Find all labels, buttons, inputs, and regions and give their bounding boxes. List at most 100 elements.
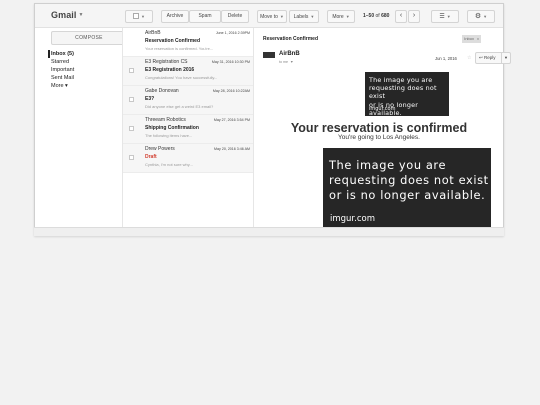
labels-label: Labels <box>293 14 309 20</box>
message-date: May 28, 2016 10:22AM <box>212 89 250 93</box>
chevron-down-icon: ▼ <box>78 12 84 18</box>
message-snippet: The following items have... <box>145 133 193 138</box>
labels-button[interactable]: Labels ▼ <box>289 10 319 23</box>
message-date: May 27, 2016 3:54 PM <box>213 118 250 122</box>
message-row[interactable]: Threeam Robotics May 27, 2016 3:54 PM Sh… <box>123 115 253 144</box>
message-sender: Drew Powers <box>145 146 175 152</box>
recipient-text: to me <box>279 60 288 64</box>
chevron-down-icon[interactable]: ▼ <box>501 53 510 63</box>
message-checkbox[interactable] <box>129 126 134 131</box>
message-snippet: Congratulations! You have successfully..… <box>145 75 218 80</box>
pager-range: 1–50 <box>363 13 375 19</box>
chevron-right-icon: › <box>412 12 416 19</box>
message-row[interactable]: AirBnB June 1, 2016 2:39PM Reservation C… <box>123 28 253 57</box>
message-snippet: Your reservation is confirmed. You're... <box>145 46 214 51</box>
gmail-label-text: Gmail <box>51 10 77 20</box>
message-subject: Reservation Confirmed <box>145 38 201 44</box>
gmail-menu[interactable]: Gmail ▼ <box>51 10 84 20</box>
sidebar-item-label: More ▾ <box>51 83 68 89</box>
message-subject: E3? <box>145 96 155 102</box>
sidebar-item-sent-mail[interactable]: Sent Mail <box>51 74 127 82</box>
top-toolbar: Gmail ▼ ▼ Archive Spam Delete Move to ▼ La… <box>35 4 503 28</box>
archive-button[interactable]: Archive <box>161 10 189 23</box>
sidebar-item-label: Important <box>51 67 75 73</box>
message-subject-draft: Draft <box>145 154 157 160</box>
message-sender: Gabe Donovan <box>145 88 179 94</box>
spam-button[interactable]: Spam <box>189 10 221 23</box>
pager-total: 680 <box>381 13 390 19</box>
message-checkbox[interactable] <box>129 97 134 102</box>
view-options-button[interactable]: ☰ ▼ <box>431 10 459 23</box>
recipient-details[interactable]: to me ▼ <box>279 60 294 64</box>
compose-label: COMPOSE <box>75 35 103 41</box>
chevron-left-icon: ‹ <box>399 12 403 19</box>
list-icon: ☰ <box>439 14 445 20</box>
star-icon[interactable]: ☆ <box>467 55 471 61</box>
select-all-dropdown[interactable]: ▼ <box>125 10 153 23</box>
missing-image-text: The image you are requesting does not ex… <box>329 158 489 203</box>
message-date: May 20, 2016 3:46 AM <box>214 147 250 151</box>
message-list: AirBnB June 1, 2016 2:39PM Reservation C… <box>122 28 254 230</box>
message-snippet: Did anyone else get a weird E3 email? <box>145 104 214 109</box>
chevron-down-icon: ▼ <box>310 14 315 19</box>
move-to-button[interactable]: Move to ▼ <box>257 10 287 23</box>
reply-button[interactable]: ↩ Reply ▼ <box>475 52 511 64</box>
reply-arrow-icon: ↩ <box>479 55 483 60</box>
message-sender: AirBnB <box>145 30 161 36</box>
message-row[interactable]: Gabe Donovan May 28, 2016 10:22AM E3? Di… <box>123 86 253 115</box>
chevron-down-icon: ▼ <box>345 14 350 19</box>
compose-button[interactable]: COMPOSE <box>51 31 127 45</box>
message-row[interactable]: Drew Powers May 20, 2016 3:46 AM Draft C… <box>123 144 253 173</box>
message-date: May 31, 2016 10:30 PM <box>211 60 250 64</box>
gear-icon: ⚙ <box>474 13 482 20</box>
sidebar-item-label: Starred <box>51 59 70 65</box>
newer-button[interactable]: › <box>408 10 420 23</box>
move-to-label: Move to <box>260 14 278 20</box>
missing-image-placeholder: The image you are requesting does not ex… <box>323 148 491 230</box>
sidebar-item-label: Inbox (5) <box>51 51 74 57</box>
message-snippet: Cynthia, I'm not sure why... <box>145 162 193 167</box>
message-date: June 1, 2016 2:39PM <box>215 31 250 35</box>
sidebar-item-starred[interactable]: Starred <box>51 58 127 66</box>
message-row[interactable]: E3 Registration CS May 31, 2016 10:30 PM… <box>123 57 253 86</box>
more-label: More <box>332 14 344 20</box>
chevron-down-icon: ▼ <box>290 60 294 64</box>
sidebar-item-inbox[interactable]: Inbox (5) <box>48 50 127 58</box>
missing-image-site: imgur.com <box>369 106 396 112</box>
message-subject: Shipping Confirmation <box>145 125 199 131</box>
inbox-label-badge: Inbox x <box>462 35 481 43</box>
email-subject: Reservation Confirmed <box>263 36 319 42</box>
pager-of: of <box>375 13 380 19</box>
sidebar-item-important[interactable]: Important <box>51 66 127 74</box>
older-button[interactable]: ‹ <box>395 10 407 23</box>
more-button[interactable]: More ▼ <box>327 10 355 23</box>
sender-name: AirBnB <box>279 51 300 57</box>
chevron-down-icon: ▼ <box>279 14 284 19</box>
chevron-down-icon: ▼ <box>141 14 145 19</box>
sidebar-item-more[interactable]: More ▾ <box>51 82 127 90</box>
email-date: Jun 1, 2016 <box>435 56 457 61</box>
message-sender: E3 Registration CS <box>145 59 188 65</box>
missing-image-placeholder: The image you are requesting does not ex… <box>365 72 449 117</box>
message-subject: E3 Registration 2016 <box>145 67 195 73</box>
delete-label: Delete <box>227 13 243 19</box>
chevron-down-icon: ▼ <box>446 14 451 19</box>
confirmation-title: Your reservation is confirmed <box>290 121 468 135</box>
missing-image-site: imgur.com <box>330 214 375 224</box>
message-checkbox[interactable] <box>129 68 134 73</box>
window-bottom-strip <box>34 227 504 236</box>
settings-button[interactable]: ⚙ ▼ <box>467 10 495 23</box>
close-icon[interactable]: x <box>477 36 479 41</box>
delete-button[interactable]: Delete <box>221 10 249 23</box>
sender-avatar <box>263 52 275 58</box>
message-sender: Threeam Robotics <box>145 117 186 123</box>
message-checkbox[interactable] <box>129 155 134 160</box>
reply-label: Reply <box>484 55 496 60</box>
label-badge-text: Inbox <box>464 36 474 41</box>
sidebar-nav: Inbox (5) Starred Important Sent Mail Mo… <box>48 50 127 90</box>
pager-text: 1–50 of 680 <box>363 13 389 19</box>
reading-pane: Reservation Confirmed Inbox x AirBnB to m… <box>255 28 511 230</box>
sidebar-item-label: Sent Mail <box>51 75 74 81</box>
spam-label: Spam <box>198 13 212 19</box>
archive-label: Archive <box>166 13 184 19</box>
